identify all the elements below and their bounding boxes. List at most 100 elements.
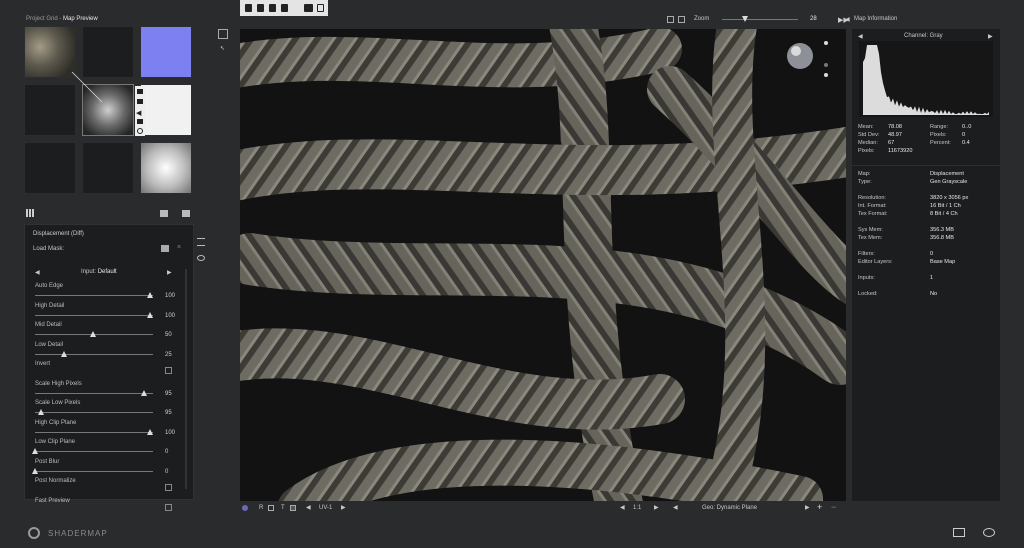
param-slider-handle[interactable] [147,292,153,298]
open-map-icon[interactable] [160,210,168,217]
param-slider-track[interactable] [35,314,153,316]
detail-value: 8 Bit / 4 Ch [930,211,958,217]
lock-icon[interactable] [137,89,143,94]
param-slider-handle[interactable] [60,350,67,357]
zoom-slider[interactable] [722,16,798,22]
add-icon[interactable]: + [817,502,822,512]
param-slider-handle[interactable] [147,311,153,318]
move-tool-icon[interactable]: ↖ [220,45,225,52]
channel-t-toggle[interactable]: T [281,505,285,511]
open-folder-icon[interactable] [257,4,264,12]
param-slider-handle[interactable] [37,409,44,415]
param-value: 0 [165,468,169,475]
detail-key: Int. Format: [858,203,887,209]
param-checkbox[interactable] [165,367,172,374]
param-slider-track[interactable] [35,431,153,433]
param-row: Scale Low Pixels 95 [33,400,193,416]
select-tool-icon[interactable] [218,29,228,39]
breadcrumb-view: Map Preview [63,16,98,22]
brand-logo-icon [28,527,40,539]
script-icon[interactable] [317,4,324,12]
histogram [859,41,993,117]
param-slider-track[interactable] [35,353,153,355]
param-label: Post Blur [35,458,60,465]
param-slider-handle[interactable] [89,331,96,337]
param-checkbox[interactable] [165,484,172,491]
input-value: Input: Default [81,269,117,275]
panel-toggle-icon[interactable] [953,528,965,537]
input-prev-icon[interactable]: ◀ [35,269,40,276]
arrow-left-icon[interactable]: ◀ [136,109,141,117]
save-map-icon[interactable] [182,210,190,217]
save-icon[interactable] [137,119,143,124]
param-slider-track[interactable] [35,295,153,296]
param-slider-track[interactable] [35,412,153,413]
detail-key: Sys Mem: [858,227,883,233]
param-slider-handle[interactable] [32,448,38,454]
rope-texture-preview [240,29,846,501]
clear-mask-icon[interactable]: × [177,244,181,251]
param-value: 100 [165,293,176,299]
channel-next-icon[interactable]: ▶ [988,33,993,40]
channel-square-toggle[interactable] [268,505,274,511]
light-dot[interactable] [824,41,828,45]
ratio-prev-icon[interactable]: ◀ [620,504,625,511]
detail-value: Gen Grayscale [930,179,968,185]
detail-value: 0 [930,251,934,257]
param-slider-handle[interactable] [147,428,153,435]
grid-view-icon[interactable] [26,209,34,217]
detail-key: Filters: [858,251,875,257]
material-sphere-icon[interactable] [242,505,248,511]
param-label: Fast Preview [35,497,70,504]
channel-r-toggle[interactable]: R [259,505,263,511]
pen-icon[interactable] [137,99,143,104]
detail-key: Tex Mem: [858,235,883,241]
param-slider-track[interactable] [35,470,153,472]
tile-toggle[interactable] [290,505,296,511]
param-slider-handle[interactable] [141,389,148,396]
param-label: High Detail [35,302,65,309]
param-checkbox[interactable] [165,503,172,511]
eye-icon[interactable] [197,255,205,261]
remove-icon[interactable]: − [831,502,836,512]
info-icon[interactable] [137,128,143,134]
info-title: Map Information [854,16,898,22]
map-details: Map: Displacement Type: Gen Grayscale Resolu… [858,171,998,331]
map-preview-viewport[interactable] [240,29,846,501]
param-row: Post Blur 0 [32,458,193,475]
zoom-slider-handle[interactable] [741,16,748,22]
light-dot[interactable] [824,63,828,67]
detail-value: 1 [930,275,934,281]
param-slider-track[interactable] [35,451,153,452]
visibility-icon[interactable] [983,528,995,537]
geo-prev-icon[interactable]: ◀ [673,504,678,511]
thumb-tool-strip: ◀ [135,86,145,136]
param-slider-track[interactable] [35,392,153,394]
detail-value: Base Map [930,259,956,265]
new-file-icon[interactable] [245,4,252,12]
map-thumbnail-grid: ◀ [24,26,194,198]
stat-value: 0.4 [962,140,970,146]
project-breadcrumb: Project Grid - Map Preview [26,16,98,22]
param-row: Low Clip Plane 0 [32,439,193,455]
uv-prev-icon[interactable]: ◀ [306,504,311,511]
save-all-icon[interactable] [281,4,288,12]
save-icon[interactable] [269,4,276,12]
input-next-icon[interactable]: ▶ [167,269,172,276]
param-row: Mid Detail 50 [33,322,193,338]
view-2d-icon[interactable] [667,16,674,23]
load-mask-button[interactable] [161,245,169,252]
adjust-icon[interactable] [197,238,205,246]
ratio-next-icon[interactable]: ▶ [654,504,659,511]
stat-key: Pixels: [858,148,875,154]
param-label: Invert [35,361,51,367]
tools-icon[interactable] [304,4,313,12]
light-dot[interactable] [824,73,828,77]
collapse-left-icon[interactable]: ◀ [845,16,850,23]
detail-key: Map: [858,171,871,177]
geo-next-icon[interactable]: ▶ [805,504,810,511]
param-slider-handle[interactable] [32,467,38,474]
view-fit-icon[interactable] [678,16,685,23]
channel-prev-icon[interactable]: ◀ [858,33,863,40]
uv-next-icon[interactable]: ▶ [341,504,346,511]
